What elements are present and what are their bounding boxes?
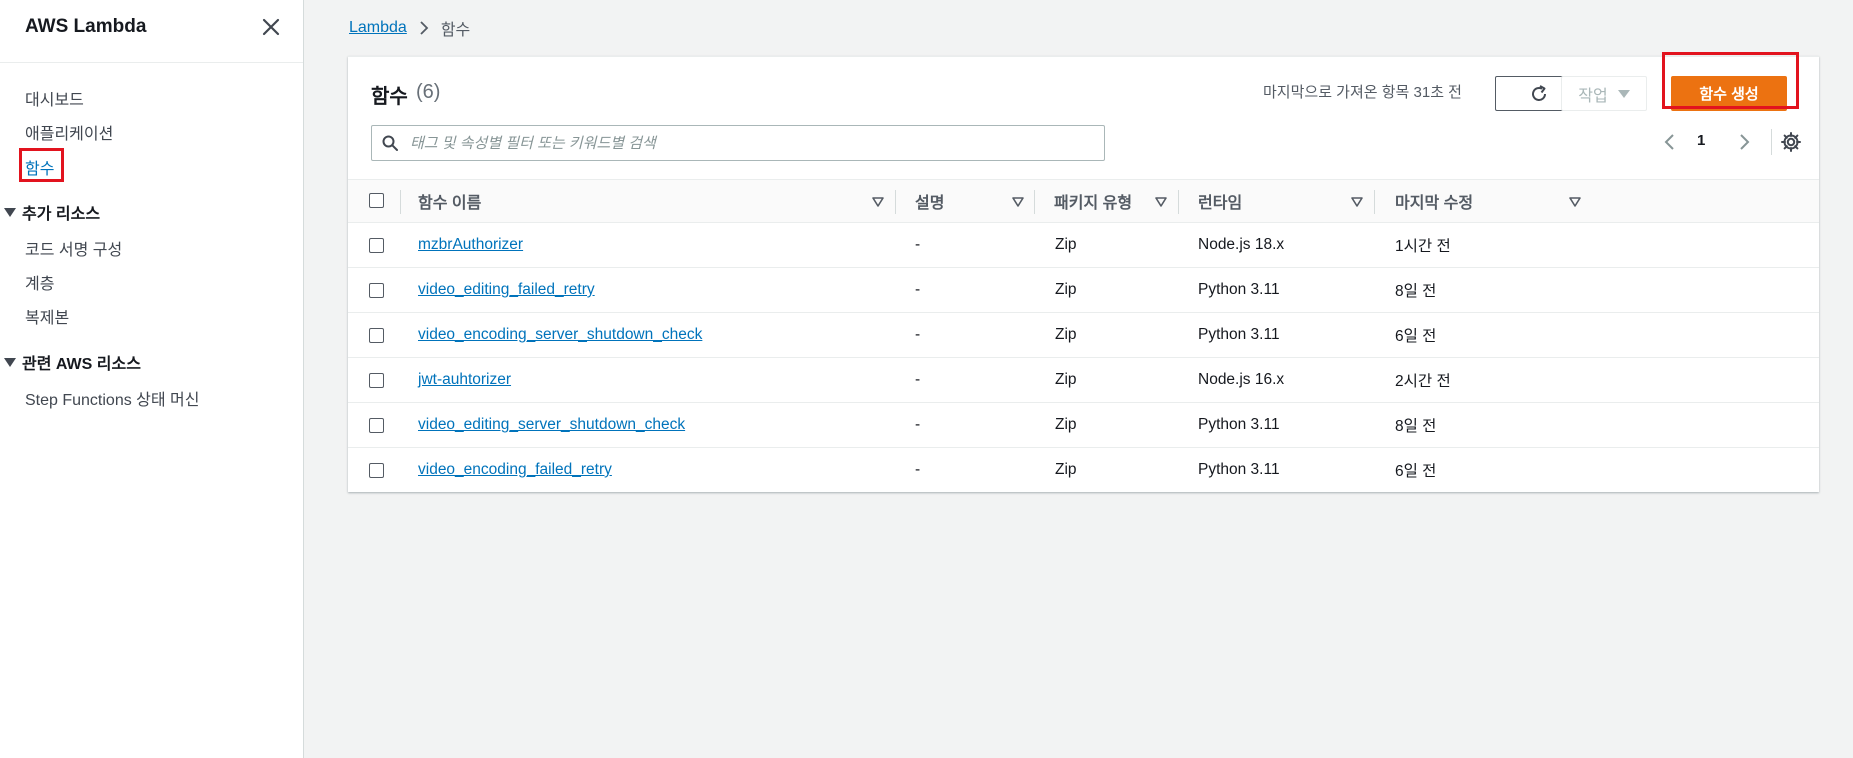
row-checkbox[interactable] (369, 418, 384, 433)
column-separator (1178, 190, 1179, 214)
last-modified-cell: 8일 전 (1395, 418, 1437, 435)
close-icon[interactable] (258, 14, 284, 40)
functions-panel: 함수 (6) 마지막으로 가져온 항목 31초 전 작업 함수 생성 1 (348, 52, 1819, 493)
chevron-right-icon (420, 21, 429, 35)
actions-label: 작업 (1578, 87, 1608, 105)
divider (1771, 129, 1772, 155)
table-row: video_encoding_server_shutdown_check - Z… (348, 313, 1819, 358)
side-navigation: AWS Lambda 대시보드 애플리케이션 함수 추가 리소스 코드 서명 구… (0, 0, 304, 758)
function-count: (6) (416, 81, 441, 103)
row-checkbox[interactable] (369, 463, 384, 478)
function-name-link[interactable]: jwt-auhtorizer (418, 358, 511, 402)
package-type-cell: Zip (1055, 416, 1077, 433)
description-cell: - (915, 461, 921, 478)
sidebar-item-applications[interactable]: 애플리케이션 (25, 120, 113, 144)
table-row: video_encoding_failed_retry - Zip Python… (348, 448, 1819, 493)
sort-icon[interactable] (1569, 196, 1581, 208)
caret-down-icon (4, 357, 16, 367)
function-name-link[interactable]: mzbrAuthorizer (418, 223, 523, 267)
section-label: 추가 리소스 (22, 206, 101, 223)
function-name-link[interactable]: video_editing_server_shutdown_check (418, 403, 685, 447)
search-field[interactable] (371, 125, 1105, 161)
section-label: 관련 AWS 리소스 (22, 356, 141, 373)
sidebar-item-functions[interactable]: 함수 (25, 155, 54, 179)
last-modified-cell: 6일 전 (1395, 328, 1437, 345)
table-row: jwt-auhtorizer - Zip Node.js 16.x 2시간 전 (348, 358, 1819, 403)
sidebar-item-step-functions[interactable]: Step Functions 상태 머신 (25, 386, 200, 410)
column-header-package-type[interactable]: 패키지 유형 (1054, 180, 1132, 222)
search-icon (382, 135, 398, 151)
sort-icon[interactable] (1012, 196, 1024, 208)
table-row: video_editing_server_shutdown_check - Zi… (348, 403, 1819, 448)
row-checkbox[interactable] (369, 373, 384, 388)
table-header: 함수 이름 설명 패키지 유형 런타임 마지막 수정 (348, 179, 1819, 223)
package-type-cell: Zip (1055, 326, 1077, 343)
runtime-cell: Node.js 16.x (1198, 371, 1285, 388)
runtime-cell: Python 3.11 (1198, 461, 1280, 478)
sort-icon[interactable] (1351, 196, 1363, 208)
runtime-cell: Python 3.11 (1198, 326, 1280, 343)
function-name-link[interactable]: video_encoding_server_shutdown_check (418, 313, 702, 357)
page-number[interactable]: 1 (1697, 132, 1705, 149)
chevron-left-icon[interactable] (1662, 133, 1678, 151)
gear-icon[interactable] (1780, 131, 1802, 153)
table-row: video_editing_failed_retry - Zip Python … (348, 268, 1819, 313)
description-cell: - (915, 371, 921, 388)
description-cell: - (915, 416, 921, 433)
sidebar-header: AWS Lambda (0, 0, 303, 63)
table-row: mzbrAuthorizer - Zip Node.js 18.x 1시간 전 (348, 223, 1819, 268)
package-type-cell: Zip (1055, 236, 1077, 253)
last-modified-cell: 8일 전 (1395, 283, 1437, 300)
column-header-runtime[interactable]: 런타임 (1198, 180, 1242, 222)
package-type-cell: Zip (1055, 371, 1077, 388)
breadcrumb-current: 함수 (440, 22, 471, 39)
function-name-link[interactable]: video_encoding_failed_retry (418, 448, 612, 492)
panel-title: 함수 (371, 86, 408, 108)
last-modified-cell: 1시간 전 (1395, 238, 1451, 255)
last-modified-cell: 2시간 전 (1395, 373, 1451, 390)
sidebar-item-code-signing[interactable]: 코드 서명 구성 (25, 236, 122, 260)
sidebar-section-related-aws[interactable]: 관련 AWS 리소스 (4, 350, 141, 374)
column-separator (895, 190, 896, 214)
row-checkbox[interactable] (369, 283, 384, 298)
select-all-checkbox[interactable] (369, 193, 384, 208)
sort-icon[interactable] (1155, 196, 1167, 208)
sidebar-section-additional-resources[interactable]: 추가 리소스 (4, 200, 100, 224)
breadcrumb: Lambda 함수 (349, 16, 470, 40)
search-input[interactable] (408, 133, 1072, 153)
description-cell: - (915, 281, 921, 298)
actions-button[interactable]: 작업 (1561, 76, 1647, 111)
column-header-function-name[interactable]: 함수 이름 (418, 180, 481, 222)
sidebar-item-replicas[interactable]: 복제본 (25, 304, 69, 328)
row-checkbox[interactable] (369, 328, 384, 343)
description-cell: - (915, 326, 921, 343)
create-function-button[interactable]: 함수 생성 (1671, 76, 1787, 111)
runtime-cell: Python 3.11 (1198, 416, 1280, 433)
column-separator (1034, 190, 1035, 214)
column-header-last-modified[interactable]: 마지막 수정 (1395, 180, 1473, 222)
refresh-icon (1532, 84, 1546, 101)
column-header-description[interactable]: 설명 (915, 180, 944, 222)
last-fetched-text: 마지막으로 가져온 항목 31초 전 (1263, 84, 1462, 101)
chevron-right-icon[interactable] (1736, 133, 1752, 151)
runtime-cell: Node.js 18.x (1198, 236, 1285, 253)
description-cell: - (915, 236, 921, 253)
row-checkbox[interactable] (369, 238, 384, 253)
sort-icon[interactable] (872, 196, 884, 208)
function-name-link[interactable]: video_editing_failed_retry (418, 268, 595, 312)
sidebar-item-layers[interactable]: 계층 (25, 270, 54, 294)
breadcrumb-lambda[interactable]: Lambda (349, 19, 407, 37)
column-separator (400, 190, 401, 214)
caret-down-icon (4, 207, 16, 217)
create-function-label: 함수 생성 (1699, 86, 1759, 103)
runtime-cell: Python 3.11 (1198, 281, 1280, 298)
caret-down-icon (1617, 89, 1630, 98)
last-modified-cell: 6일 전 (1395, 463, 1437, 480)
sidebar-title[interactable]: AWS Lambda (25, 16, 146, 38)
package-type-cell: Zip (1055, 281, 1077, 298)
package-type-cell: Zip (1055, 461, 1077, 478)
sidebar-item-dashboard[interactable]: 대시보드 (25, 86, 84, 110)
column-separator (1374, 190, 1375, 214)
